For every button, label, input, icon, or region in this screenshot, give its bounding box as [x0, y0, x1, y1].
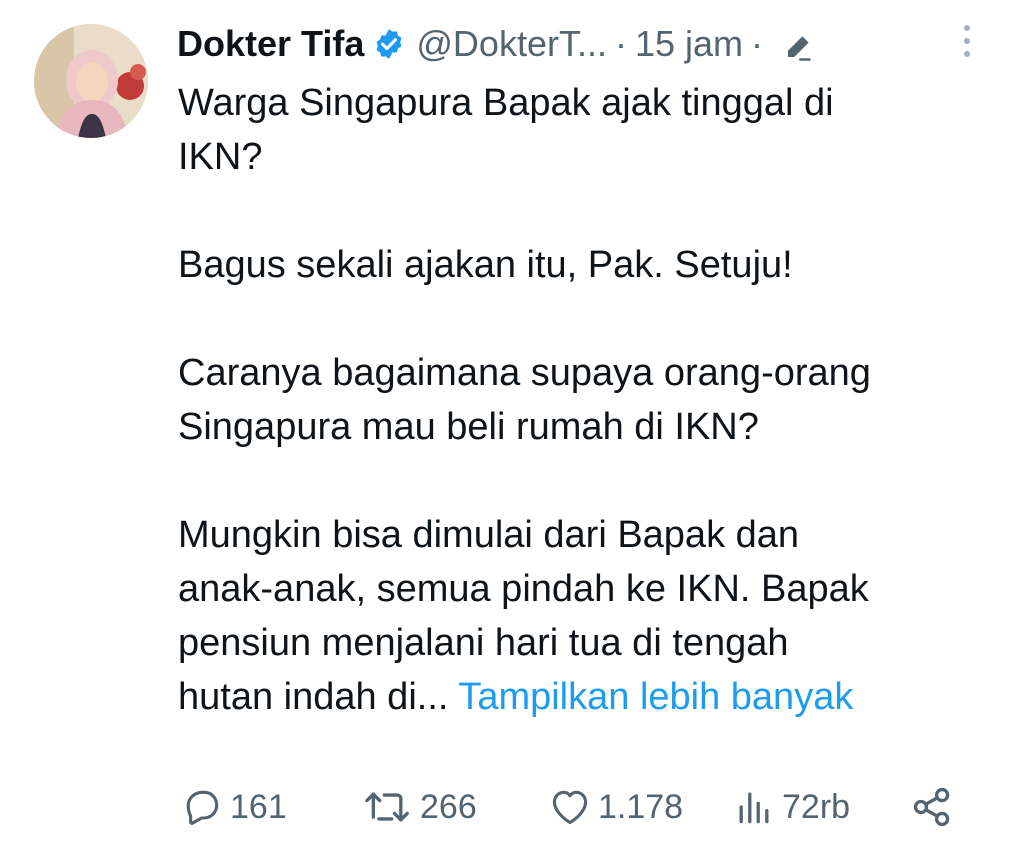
avatar-photo-icon [34, 24, 148, 138]
tweet-line: IKN? [178, 136, 263, 178]
tweet-text: Warga Singapura Bapak ajak tinggal di IK… [178, 76, 998, 724]
like-button[interactable]: 1.178 [548, 782, 683, 832]
pencil-icon[interactable] [783, 29, 813, 61]
show-more-link[interactable]: Tampilkan lebih banyak [458, 676, 853, 718]
tweet-card[interactable]: Dokter Tifa @DokterT... · 15 jam · Warga… [0, 0, 1024, 856]
tweet-line: Warga Singapura Bapak ajak tinggal di [178, 82, 834, 124]
tweet-line: pensiun menjalani hari tua di tengah [178, 622, 789, 664]
share-icon [910, 785, 954, 829]
tweet-line: anak-anak, semua pindah ke IKN. Bapak [178, 568, 869, 610]
like-count: 1.178 [598, 787, 684, 826]
share-button[interactable] [910, 782, 954, 832]
author-handle[interactable]: @DokterT... [416, 23, 607, 65]
tweet-header: Dokter Tifa @DokterT... · 15 jam · [177, 20, 813, 68]
tweet-line: Mungkin bisa dimulai dari Bapak dan [178, 514, 800, 556]
reply-icon [180, 785, 224, 829]
views-icon [732, 785, 776, 829]
avatar[interactable] [34, 24, 148, 138]
more-vertical-icon[interactable] [955, 22, 979, 60]
verified-badge-icon [372, 27, 406, 61]
views-count: 72rb [782, 787, 851, 826]
separator-dot-2: · [751, 23, 764, 64]
reply-count: 161 [230, 787, 287, 826]
tweet-line: Bagus sekali ajakan itu, Pak. Setuju! [178, 244, 793, 286]
retweet-count: 266 [420, 787, 477, 826]
action-bar: 161 266 1.178 72rb [180, 782, 960, 832]
views-button[interactable]: 72rb [732, 782, 850, 832]
tweet-line: Singapura mau beli rumah di IKN? [178, 406, 759, 448]
retweet-button[interactable]: 266 [362, 782, 477, 832]
tweet-line-last: hutan indah di... Tampilkan lebih banyak [178, 670, 998, 724]
tweet-line: hutan indah di... [178, 676, 449, 718]
post-time[interactable]: 15 jam [635, 23, 743, 65]
author-name[interactable]: Dokter Tifa [177, 23, 364, 65]
retweet-icon [362, 785, 414, 829]
separator-dot: · [614, 23, 627, 64]
tweet-line: Caranya bagaimana supaya orang-orang [178, 352, 871, 394]
reply-button[interactable]: 161 [180, 782, 287, 832]
heart-icon [548, 785, 592, 829]
